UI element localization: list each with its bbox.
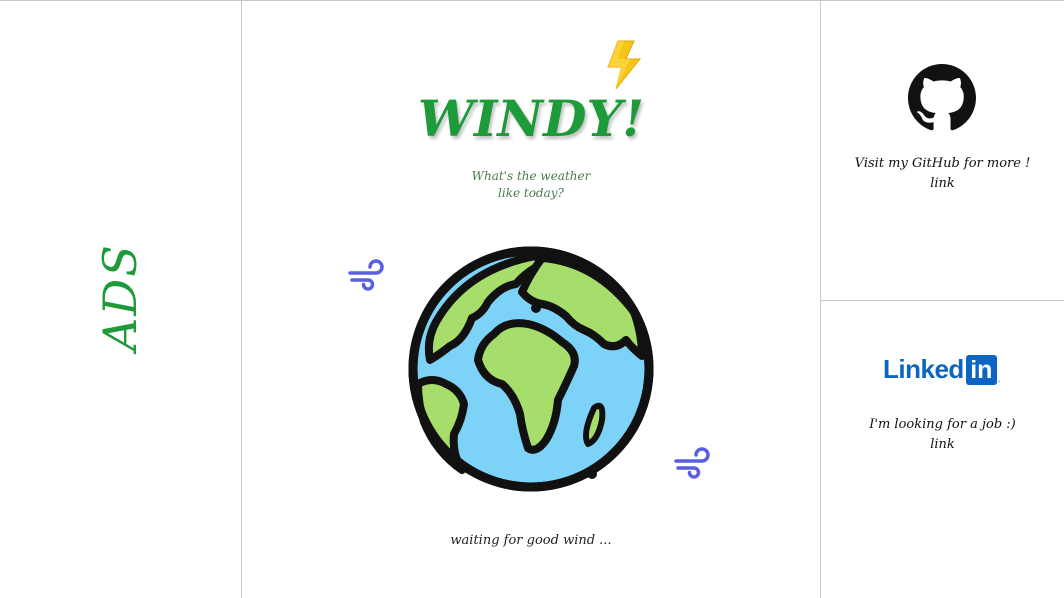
linkedin-logo[interactable]: Linked in . — [883, 354, 1001, 385]
github-link[interactable]: link — [930, 176, 955, 191]
main-panel: WINDY! What's the weather like today? wa… — [242, 0, 820, 598]
links-column: Visit my GitHub for more ! link — [820, 0, 1064, 598]
linkedin-logo-word: Linked — [883, 354, 964, 384]
github-icon[interactable] — [908, 64, 976, 132]
wind-icon — [348, 259, 384, 291]
linkedin-link[interactable]: link — [930, 437, 955, 452]
wind-icon — [674, 447, 710, 479]
wind-status-text: waiting for good wind ... — [450, 533, 612, 548]
earth-globe-icon — [408, 246, 654, 492]
linkedin-text-block: I'm looking for a job :) link — [821, 415, 1064, 455]
app-subtitle: What's the weather like today? — [242, 168, 820, 202]
linkedin-logo-box: in — [965, 354, 997, 385]
ads-column: ADS — [0, 0, 242, 598]
linkedin-message: I'm looking for a job :) — [869, 417, 1016, 432]
github-text-block: Visit my GitHub for more ! link — [821, 154, 1064, 194]
linkedin-logo-dot: . — [997, 374, 1001, 385]
lightning-bolt-icon — [607, 40, 642, 90]
ads-label: ADS — [93, 243, 147, 351]
app-title: WINDY! — [417, 89, 645, 148]
subtitle-line-2: like today? — [498, 186, 564, 200]
subtitle-line-1: What's the weather — [471, 169, 591, 183]
github-message: Visit my GitHub for more ! — [854, 156, 1031, 171]
page-layout: ADS WINDY! What's the weather like today… — [0, 0, 1064, 598]
github-panel: Visit my GitHub for more ! link — [821, 1, 1064, 301]
